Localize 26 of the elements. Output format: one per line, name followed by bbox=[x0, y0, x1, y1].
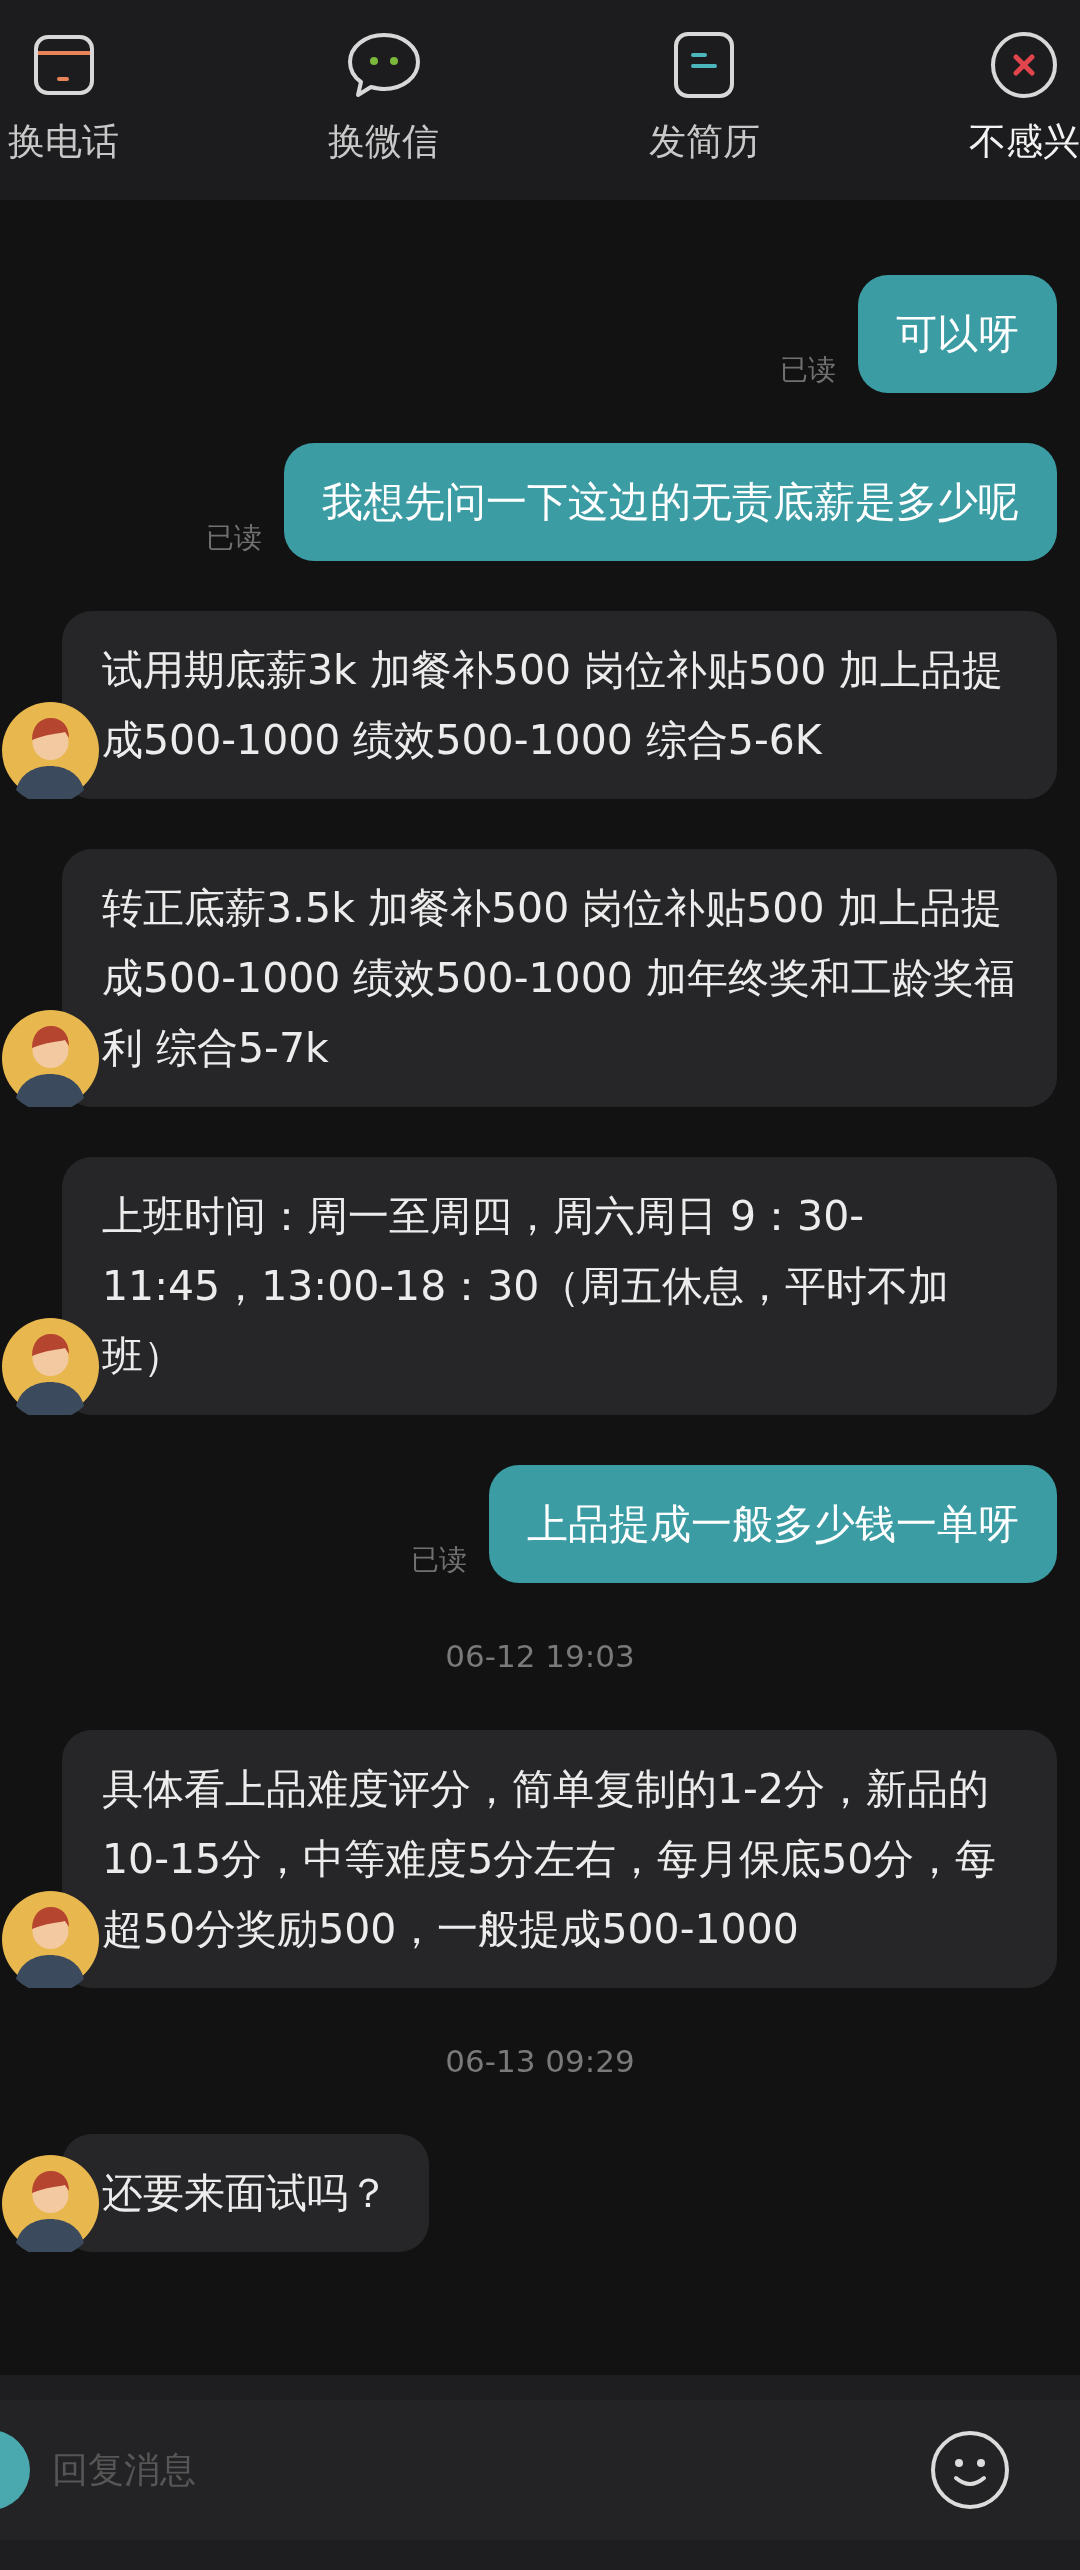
timestamp: 06-12 19:03 bbox=[445, 1637, 635, 1676]
action-button[interactable]: 换电话 bbox=[8, 30, 119, 170]
read-status: 已读 bbox=[206, 520, 262, 556]
close-icon bbox=[989, 30, 1060, 101]
action-button[interactable]: 不感兴 bbox=[969, 30, 1080, 170]
sent-message-bubble: 我想先问一下这边的无责底薪是多少呢 bbox=[284, 443, 1057, 561]
timestamp: 06-13 09:29 bbox=[445, 2041, 635, 2081]
emoji-icon[interactable] bbox=[930, 2430, 1010, 2510]
read-status: 已读 bbox=[780, 352, 836, 388]
received-message-bubble: 具体看上品难度评分，简单复制的1-2分，新品的10-15分，中等难度5分左右，每月保底50分，每超50分奖励500，一般提成500-1000 bbox=[62, 1729, 1057, 1988]
card-icon bbox=[32, 34, 95, 97]
sent-message-bubble: 可以呀 bbox=[858, 275, 1057, 393]
sent-message-bubble: 上品提成一般多少钱一单呀 bbox=[489, 1465, 1057, 1583]
avatar[interactable] bbox=[2, 702, 99, 799]
avatar[interactable] bbox=[2, 1318, 99, 1415]
action-button[interactable]: 发简历 bbox=[648, 30, 760, 170]
read-status: 已读 bbox=[411, 1542, 467, 1578]
avatar[interactable] bbox=[2, 1010, 99, 1107]
chat-bubble-icon bbox=[345, 31, 422, 100]
received-message-bubble: 还要来面试吗？ bbox=[62, 2134, 429, 2252]
avatar[interactable] bbox=[2, 2155, 99, 2252]
received-message-bubble: 上班时间：周一至周四，周六周日 9：30-11:45，13:00-18：30（周五休息，平时不加班） bbox=[62, 1157, 1057, 1415]
document-icon bbox=[673, 31, 736, 100]
action-button[interactable]: 换微信 bbox=[328, 30, 440, 170]
received-message-bubble: 转正底薪3.5k 加餐补500 岗位补贴500 加上品提成500-1000 绩效500-1000 加年终奖和工龄奖福利 综合5-7k bbox=[62, 849, 1057, 1107]
received-message-bubble: 试用期底薪3k 加餐补500 岗位补贴500 加上品提成500-1000 绩效500-1000 综合5-6K bbox=[62, 611, 1057, 799]
